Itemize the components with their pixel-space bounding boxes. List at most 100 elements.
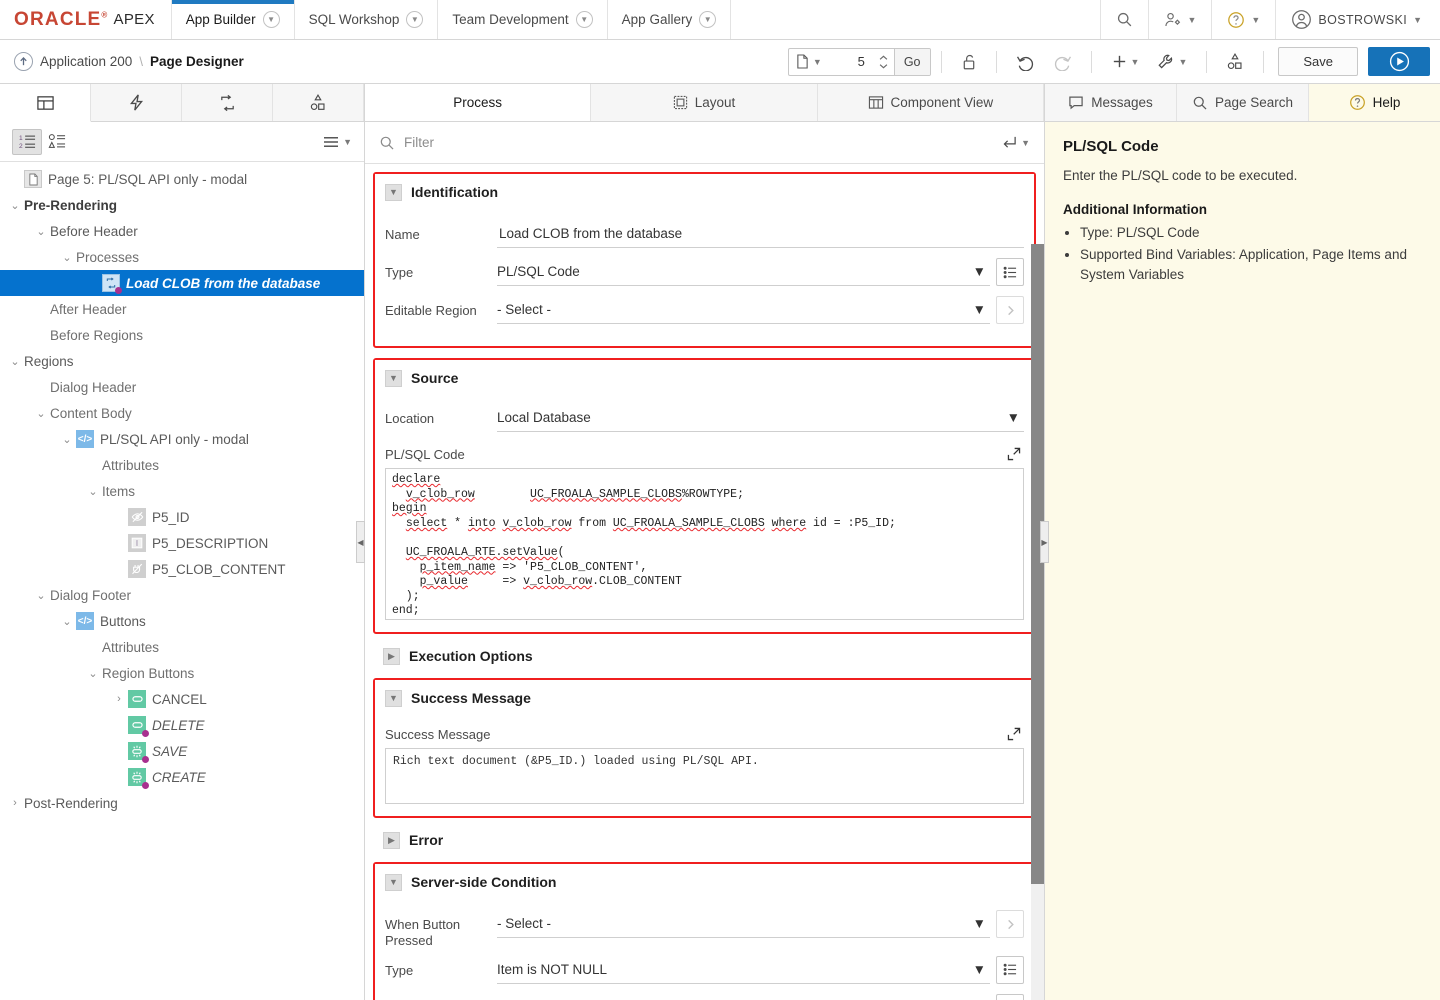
tab-dynamic-actions[interactable] — [91, 84, 182, 121]
search-input[interactable] — [404, 135, 992, 150]
property-editor-scrollbar[interactable] — [1031, 244, 1044, 1000]
type-select[interactable]: PL/SQL Code ▼ — [497, 258, 990, 286]
chevron-down-icon[interactable]: ▼ — [406, 11, 423, 28]
tree-item[interactable]: Dialog Header — [0, 374, 364, 400]
tree-item[interactable]: ⌄</>PL/SQL API only - modal — [0, 426, 364, 452]
chevron-down-icon[interactable]: ▼ — [385, 874, 402, 891]
chevron-down-icon[interactable]: ⌄ — [84, 485, 102, 498]
tree-item[interactable]: Before Regions — [0, 322, 364, 348]
tree-item[interactable]: P5_ID — [0, 504, 364, 530]
tree-item[interactable]: ⌄Dialog Footer — [0, 582, 364, 608]
tree-item[interactable]: CREATE — [0, 764, 364, 790]
tree-options-menu-button[interactable]: ▼ — [322, 135, 352, 149]
tab-processing[interactable] — [182, 84, 273, 121]
tab-process[interactable]: Process — [365, 84, 591, 121]
tree-item[interactable]: After Header — [0, 296, 364, 322]
scrollbar-thumb[interactable] — [1031, 244, 1044, 884]
tree-item[interactable]: ⌄Items — [0, 478, 364, 504]
condition-item-input[interactable] — [497, 994, 990, 1000]
create-menu-button[interactable]: ▼ — [1102, 47, 1149, 77]
tree-item[interactable]: Attributes — [0, 634, 364, 660]
tree-item[interactable]: ⌄Regions — [0, 348, 364, 374]
nav-tab-app-builder[interactable]: App Builder ▼ — [172, 0, 295, 39]
tab-page-shared-components[interactable] — [273, 84, 364, 121]
tree-item[interactable]: ⌄Before Header — [0, 218, 364, 244]
redo-button[interactable] — [1044, 47, 1081, 77]
oracle-apex-logo[interactable]: ORACLE® APEX — [0, 0, 172, 39]
editable-region-goto-button[interactable] — [996, 296, 1024, 324]
tree-item[interactable]: DELETE — [0, 712, 364, 738]
chevron-down-icon[interactable]: ▼ — [385, 690, 402, 707]
tree-item[interactable]: ⌄Content Body — [0, 400, 364, 426]
tree-item[interactable]: Attributes — [0, 452, 364, 478]
go-button[interactable]: Go — [894, 49, 930, 75]
chevron-down-icon[interactable]: ▼ — [385, 184, 402, 201]
chevron-right-icon[interactable]: ▶ — [383, 832, 400, 849]
chevron-down-icon[interactable]: ⌄ — [58, 251, 76, 264]
chevron-down-icon[interactable]: ▼ — [576, 11, 593, 28]
tree-item[interactable]: P5_CLOB_CONTENT — [0, 556, 364, 582]
chevron-down-icon[interactable]: ⌄ — [58, 615, 76, 628]
user-menu-button[interactable]: BOSTROWSKI ▼ — [1276, 0, 1440, 39]
tree-item[interactable]: ›CANCEL — [0, 686, 364, 712]
chevron-down-icon[interactable]: ⌄ — [84, 667, 102, 680]
tree-item-selected[interactable]: Load CLOB from the database — [0, 270, 364, 296]
chevron-down-icon[interactable]: ⌄ — [32, 589, 50, 602]
section-header-identification[interactable]: ▼ Identification — [375, 174, 1034, 210]
chevron-down-icon[interactable]: ▼ — [263, 11, 280, 28]
sort-type-icon[interactable] — [42, 129, 72, 155]
page-icon-button[interactable]: ▼ — [789, 49, 829, 75]
when-button-pressed-goto-button[interactable] — [996, 910, 1024, 938]
left-pane-collapse-handle[interactable]: ◀ — [356, 521, 365, 563]
tab-layout[interactable]: Layout — [591, 84, 817, 121]
tree-item[interactable]: ⌄</>Buttons — [0, 608, 364, 634]
tab-help[interactable]: Help — [1309, 84, 1440, 121]
condition-item-lov-button[interactable] — [996, 994, 1024, 1000]
account-menu-button[interactable]: ▼ — [1149, 0, 1213, 39]
nav-tab-team-development[interactable]: Team Development ▼ — [438, 0, 607, 39]
chevron-down-icon[interactable]: ▼ — [699, 11, 716, 28]
utilities-menu-button[interactable]: ▼ — [1148, 47, 1196, 77]
chevron-right-icon[interactable]: › — [110, 693, 128, 705]
section-header-server-side-condition[interactable]: ▼ Server-side Condition — [375, 864, 1034, 900]
tree-item[interactable]: ›Post-Rendering — [0, 790, 364, 816]
chevron-down-icon[interactable]: ⌄ — [58, 433, 76, 446]
tab-messages[interactable]: Messages — [1045, 84, 1177, 121]
arrow-up-circle-icon[interactable] — [14, 52, 33, 71]
tree-item[interactable]: ⌄Pre-Rendering — [0, 192, 364, 218]
page-number-stepper[interactable] — [873, 49, 894, 75]
chevron-down-icon[interactable]: ⌄ — [6, 199, 24, 212]
plsql-code-editor[interactable]: declare v_clob_row UC_FROALA_SAMPLE_CLOB… — [385, 468, 1024, 620]
section-header-source[interactable]: ▼ Source — [375, 360, 1034, 396]
breadcrumb-application-link[interactable]: Application 200 — [40, 54, 132, 69]
condition-type-lov-button[interactable] — [996, 956, 1024, 984]
type-lov-button[interactable] — [996, 258, 1024, 286]
sort-numeric-icon[interactable]: 1 2 — [12, 129, 42, 155]
undo-button[interactable] — [1007, 47, 1044, 77]
run-button[interactable] — [1368, 47, 1430, 76]
location-select[interactable]: Local Database ▼ — [497, 404, 1024, 432]
section-error[interactable]: ▶ Error — [373, 822, 1036, 858]
editable-region-select[interactable]: - Select - ▼ — [497, 296, 990, 324]
tree-item[interactable]: Page 5: PL/SQL API only - modal — [0, 166, 364, 192]
tab-page-search[interactable]: Page Search — [1177, 84, 1309, 121]
tree-item[interactable]: ⌄Processes — [0, 244, 364, 270]
tree-item[interactable]: SAVE — [0, 738, 364, 764]
chevron-right-icon[interactable]: › — [6, 797, 24, 809]
save-button[interactable]: Save — [1278, 47, 1358, 76]
tree-item[interactable]: IP5_DESCRIPTION — [0, 530, 364, 556]
page-number-value[interactable]: 5 — [829, 49, 873, 75]
condition-type-select[interactable]: Item is NOT NULL ▼ — [497, 956, 990, 984]
lock-page-button[interactable] — [952, 47, 986, 77]
nav-tab-app-gallery[interactable]: App Gallery ▼ — [608, 0, 732, 39]
right-pane-collapse-handle[interactable]: ▶ — [1040, 521, 1049, 563]
chevron-right-icon[interactable]: ▶ — [383, 648, 400, 665]
chevron-down-icon[interactable]: ⌄ — [32, 407, 50, 420]
filter-options-button[interactable]: ▼ — [1001, 135, 1030, 150]
tab-component-view[interactable]: Component View — [818, 84, 1044, 121]
tree-item[interactable]: ⌄Region Buttons — [0, 660, 364, 686]
nav-tab-sql-workshop[interactable]: SQL Workshop ▼ — [295, 0, 439, 39]
global-search-button[interactable] — [1101, 0, 1149, 39]
shared-components-button[interactable] — [1217, 47, 1253, 77]
success-message-textarea[interactable]: Rich text document (&P5_ID.) loaded usin… — [385, 748, 1024, 804]
